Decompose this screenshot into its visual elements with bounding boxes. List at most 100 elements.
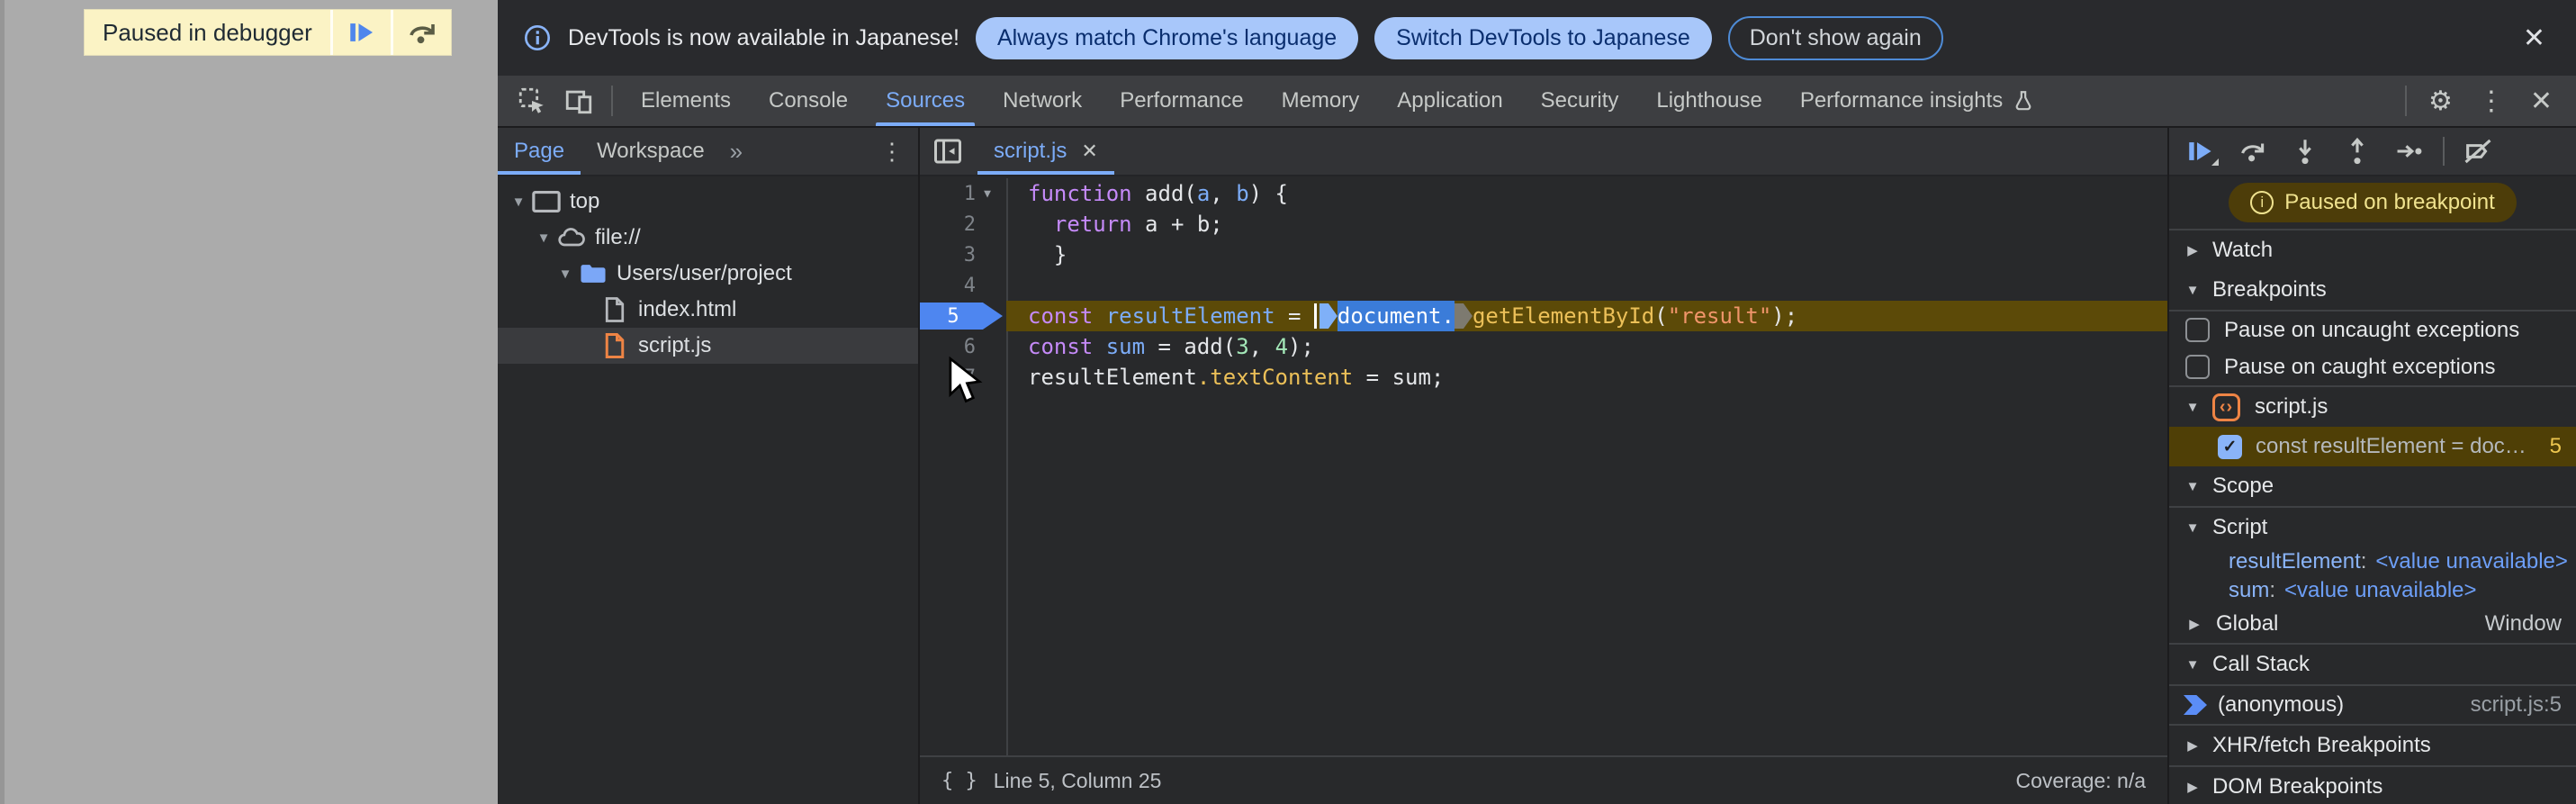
code-line-3[interactable]: 3 }: [920, 239, 2167, 270]
code-line-2[interactable]: 2 return a + b;: [920, 209, 2167, 239]
gutter-line-4[interactable]: 4: [920, 270, 1006, 301]
step-into-marker-icon[interactable]: [1454, 303, 1473, 329]
tab-page[interactable]: Page: [498, 128, 581, 175]
deactivate-breakpoints-button[interactable]: [2452, 128, 2504, 175]
tree-item-top[interactable]: ▼ top: [498, 184, 918, 220]
code-line-4[interactable]: 4: [920, 270, 2167, 301]
tab-security[interactable]: Security: [1522, 76, 1638, 126]
dont-show-again-button[interactable]: Don't show again: [1727, 15, 1943, 60]
code-line-7[interactable]: 7 resultElement .textContent = sum;: [920, 362, 2167, 393]
code-line-6[interactable]: 6 const sum = add(3, 4);: [920, 331, 2167, 362]
breakpoint-file-group-script-js[interactable]: ▼ ‹› script.js: [2169, 387, 2576, 427]
expand-arrow-icon[interactable]: ▼: [507, 194, 530, 210]
breakpoint-enabled-checkbox[interactable]: ✓: [2218, 434, 2242, 459]
section-breakpoints[interactable]: ▼ Breakpoints: [2169, 270, 2576, 310]
tab-elements[interactable]: Elements: [622, 76, 750, 126]
navigator-tabs: Page Workspace » ⋮: [498, 128, 918, 176]
tree-item-file-scheme[interactable]: ▼ file://: [498, 220, 918, 256]
devtools-window: DevTools is now available in Japanese! A…: [498, 0, 2576, 804]
devtools-close-icon[interactable]: ✕: [2517, 86, 2565, 117]
pretty-print-icon[interactable]: { }: [941, 770, 977, 792]
step-over-next-call-button[interactable]: [2227, 128, 2279, 175]
tab-memory[interactable]: Memory: [1263, 76, 1379, 126]
source-editor: script.js ✕ 1 ▼ function add(a, b) { 2 re…: [920, 128, 2167, 804]
editor-status-bar: { } Line 5, Column 25 Coverage: n/a: [920, 755, 2167, 804]
tab-performance[interactable]: Performance: [1101, 76, 1262, 126]
gutter-line-6[interactable]: 6: [920, 331, 1006, 362]
resume-script-button[interactable]: [332, 10, 391, 55]
code-editor[interactable]: 1 ▼ function add(a, b) { 2 return a + b; …: [920, 176, 2167, 755]
section-call-stack[interactable]: ▼ Call Stack: [2169, 645, 2576, 684]
inspect-element-icon[interactable]: [509, 76, 555, 126]
navigator-sidebar: Page Workspace » ⋮ ▼ top ▼ file:// ▼ Use…: [498, 128, 920, 804]
gutter-line-2[interactable]: 2: [920, 209, 1006, 239]
section-watch[interactable]: ▶ Watch: [2169, 230, 2576, 270]
info-icon: [523, 23, 552, 52]
resume-script-execution-button[interactable]: [2175, 128, 2227, 175]
long-resume-dropdown-icon: [2211, 158, 2219, 166]
device-toolbar-icon[interactable]: [555, 76, 602, 126]
section-dom-breakpoints[interactable]: ▶ DOM Breakpoints: [2169, 767, 2576, 804]
navigator-kebab-icon[interactable]: ⋮: [866, 138, 918, 166]
tab-lighthouse[interactable]: Lighthouse: [1637, 76, 1780, 126]
section-xhr-fetch-breakpoints[interactable]: ▶ XHR/fetch Breakpoints: [2169, 726, 2576, 765]
expanded-arrow-icon: ▼: [2185, 656, 2200, 673]
highlighted-token-document[interactable]: document.: [1337, 301, 1455, 331]
more-tabs-icon[interactable]: »: [721, 138, 752, 166]
tab-network[interactable]: Network: [984, 76, 1101, 126]
tree-item-project-folder[interactable]: ▼ Users/user/project: [498, 256, 918, 292]
switch-devtools-japanese-button[interactable]: Switch DevTools to Japanese: [1374, 16, 1712, 59]
scope-group-script[interactable]: ▼ Script: [2169, 508, 2576, 547]
fold-arrow-icon[interactable]: ▼: [976, 187, 999, 201]
expand-arrow-icon[interactable]: ▼: [532, 230, 555, 246]
sources-panel: Page Workspace » ⋮ ▼ top ▼ file:// ▼ Use…: [498, 128, 2576, 804]
collapse-sidebar-icon[interactable]: [920, 128, 976, 175]
tree-item-script-js[interactable]: script.js: [498, 328, 918, 364]
toolbar-separator: [611, 86, 613, 116]
code-line-5-paused[interactable]: 5 const resultElement = document. getElem…: [920, 301, 2167, 331]
settings-gear-icon[interactable]: ⚙: [2416, 86, 2465, 117]
tree-item-index-html[interactable]: index.html: [498, 292, 918, 328]
tab-performance-insights[interactable]: Performance insights: [1781, 76, 2054, 126]
tab-sources[interactable]: Sources: [867, 76, 984, 126]
call-stack-frame-anonymous[interactable]: (anonymous) script.js:5: [2169, 686, 2576, 724]
always-match-language-button[interactable]: Always match Chrome's language: [975, 16, 1359, 59]
paused-status-row: i Paused on breakpoint: [2169, 176, 2576, 229]
step-out-of-current-function-button[interactable]: [2331, 128, 2383, 175]
pause-caught-checkbox[interactable]: [2185, 355, 2210, 379]
editor-header: script.js ✕: [920, 128, 2167, 176]
tab-workspace[interactable]: Workspace: [581, 128, 721, 175]
step-button[interactable]: [2383, 128, 2436, 175]
infobar-close-icon[interactable]: ✕: [2517, 23, 2551, 54]
devtools-screenshot: Paused in debugger DevTools is now avail…: [0, 0, 2576, 804]
execution-line-marker[interactable]: 5: [920, 303, 1003, 330]
section-scope[interactable]: ▼ Scope: [2169, 466, 2576, 506]
collapsed-arrow-icon: ▶: [2189, 617, 2200, 632]
paused-on-breakpoint-badge: i Paused on breakpoint: [2229, 183, 2517, 222]
close-tab-icon[interactable]: ✕: [1081, 140, 1097, 163]
code-empty-area[interactable]: [920, 393, 2167, 755]
gutter-line-5-breakpoint[interactable]: 5: [920, 301, 1006, 331]
browser-page-background: Paused in debugger: [0, 0, 498, 804]
gutter-line-1[interactable]: 1 ▼: [920, 178, 1006, 209]
gutter-line-7[interactable]: 7: [920, 362, 1006, 393]
tab-console[interactable]: Console: [750, 76, 867, 126]
gutter-line-3[interactable]: 3: [920, 239, 1006, 270]
breakpoint-entry-line-5[interactable]: ✓ const resultElement = doc… 5: [2169, 427, 2576, 466]
tab-application[interactable]: Application: [1378, 76, 1521, 126]
code-line-1[interactable]: 1 ▼ function add(a, b) {: [920, 178, 2167, 209]
language-infobar: DevTools is now available in Japanese! A…: [498, 0, 2576, 76]
step-over-button[interactable]: [392, 10, 451, 55]
scope-group-global[interactable]: ▶ Global Window: [2169, 605, 2576, 643]
expand-arrow-icon[interactable]: ▼: [554, 266, 577, 282]
pause-on-caught-exceptions-row[interactable]: Pause on caught exceptions: [2169, 348, 2576, 385]
pause-on-uncaught-exceptions-row[interactable]: Pause on uncaught exceptions: [2169, 312, 2576, 348]
paused-in-debugger-label: Paused in debugger: [85, 10, 330, 55]
step-into-next-call-button[interactable]: [2279, 128, 2331, 175]
editor-tab-script-js[interactable]: script.js ✕: [976, 128, 1116, 175]
more-options-kebab-icon[interactable]: ⋮: [2465, 86, 2517, 117]
frame-location-label: script.js:5: [2470, 692, 2562, 717]
step-into-marker-icon[interactable]: [1319, 303, 1338, 329]
pause-uncaught-checkbox[interactable]: [2185, 318, 2210, 342]
expanded-arrow-icon: ▼: [2185, 478, 2200, 494]
